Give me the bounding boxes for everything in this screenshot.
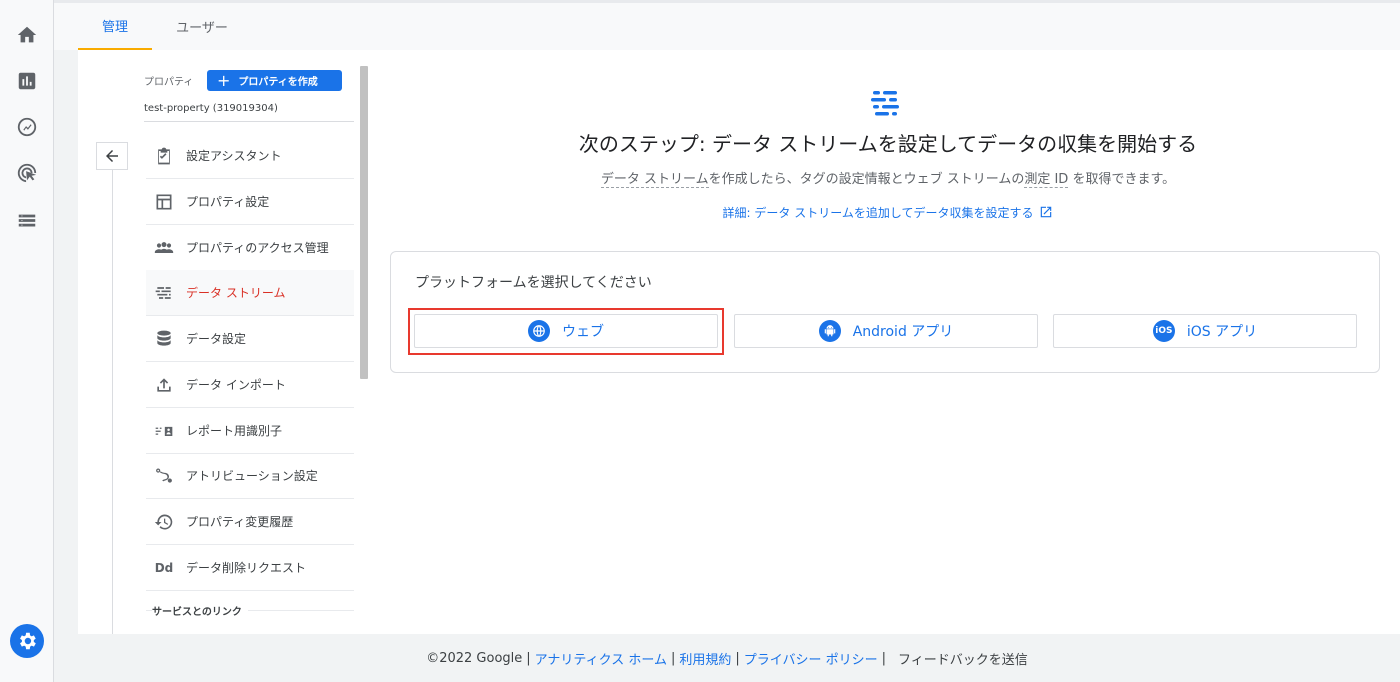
nav-item-attribution-settings[interactable]: アトリビューション設定: [146, 453, 354, 499]
footer-separator: |: [735, 650, 740, 666]
nav-item-label: プロパティ変更履歴: [186, 515, 294, 529]
nav-item-data-streams[interactable]: データ ストリーム: [146, 270, 354, 316]
create-property-button[interactable]: + プロパティを作成: [207, 70, 342, 91]
highlight-box: [408, 308, 724, 355]
back-button[interactable]: [96, 142, 128, 170]
footer-copyright: ©2022 Google: [426, 650, 523, 666]
footer: ©2022 Google | アナリティクス ホーム | 利用規約 | プライバ…: [54, 634, 1400, 682]
gear-icon[interactable]: [10, 624, 44, 658]
android-button-label: Android アプリ: [852, 324, 954, 340]
nav-item-data-deletion[interactable]: Dd データ削除リクエスト: [146, 545, 354, 591]
plus-icon: +: [217, 70, 231, 90]
nav-item-label: データ設定: [186, 332, 247, 346]
tab-admin[interactable]: 管理: [78, 3, 152, 50]
page-subtitle: データ ストリームを作成したら、タグの設定情報とウェブ ストリームの測定 ID …: [388, 168, 1388, 188]
data-deletion-icon: Dd: [154, 560, 174, 575]
ios-platform-button[interactable]: iOS iOS アプリ: [1053, 314, 1357, 348]
nav-item-reporting-identity[interactable]: レポート用識別子: [146, 408, 354, 454]
footer-separator: |: [526, 650, 531, 666]
learn-more-label: 詳細: データ ストリームを追加してデータ収集を設定する: [722, 206, 1034, 220]
arrow-left-icon: [106, 150, 118, 162]
nav-item-label: 設定アシスタント: [186, 149, 282, 163]
term-data-stream[interactable]: データ ストリーム: [600, 172, 709, 188]
home-icon[interactable]: [14, 22, 40, 48]
nav-item-change-history[interactable]: プロパティ変更履歴: [146, 499, 354, 545]
identity-icon: [152, 419, 176, 443]
property-selector[interactable]: test-property (319019304): [144, 103, 278, 114]
tab-users[interactable]: ユーザー: [160, 3, 244, 50]
nav-item-access-management[interactable]: プロパティのアクセス管理: [146, 225, 354, 271]
term-measurement-id[interactable]: 測定 ID: [1024, 172, 1069, 188]
nav-divider: [112, 170, 113, 634]
reports-icon[interactable]: [14, 68, 40, 94]
upload-icon: [152, 373, 176, 397]
platform-card: プラットフォームを選択してください ウェブ Android アプリ iOS iO…: [390, 251, 1380, 373]
nav-item-label: データ削除リクエスト: [186, 561, 307, 575]
nav-item-label: アトリビューション設定: [186, 469, 318, 483]
create-property-label: プロパティを作成: [238, 77, 318, 88]
configure-icon[interactable]: [14, 208, 40, 234]
page-headline: 次のステップ: データ ストリームを設定してデータの収集を開始する: [578, 132, 1198, 156]
nav-item-label: プロパティのアクセス管理: [186, 241, 329, 255]
layout-icon: [152, 190, 176, 214]
nav-item-property-settings[interactable]: プロパティ設定: [146, 179, 354, 225]
footer-link-analytics-home[interactable]: アナリティクス ホーム: [535, 649, 667, 668]
footer-link-privacy[interactable]: プライバシー ポリシー: [744, 649, 878, 668]
main-panel: プロパティ + プロパティを作成 test-property (31901930…: [78, 50, 1400, 634]
database-icon: [152, 327, 176, 351]
attribution-icon: [152, 464, 176, 488]
ios-icon: iOS: [1152, 320, 1175, 342]
property-label: プロパティ: [144, 77, 194, 88]
top-tabs: 管理 ユーザー: [54, 0, 1400, 50]
nav-item-label: プロパティ設定: [186, 195, 270, 209]
android-platform-button[interactable]: Android アプリ: [734, 314, 1038, 348]
people-icon: [152, 236, 176, 260]
subtitle-end: を取得できます。: [1068, 172, 1176, 187]
checklist-icon: [152, 144, 176, 168]
nav-item-data-settings[interactable]: データ設定: [146, 316, 354, 362]
subtitle-text: を作成したら、タグの設定情報とウェブ ストリームの: [708, 172, 1025, 187]
data-stream-icon: [871, 91, 899, 116]
streams-icon: [152, 281, 176, 305]
explore-icon[interactable]: [14, 114, 40, 140]
nav-item-setup-assistant[interactable]: 設定アシスタント: [146, 133, 354, 179]
left-rail: [0, 0, 54, 682]
platform-card-title: プラットフォームを選択してください: [415, 275, 652, 291]
footer-separator: |: [670, 650, 676, 666]
property-divider: [144, 121, 354, 122]
nav-item-label: レポート用識別子: [186, 424, 283, 438]
nav-item-label: データ ストリーム: [186, 286, 286, 300]
footer-separator: |: [881, 650, 887, 666]
nav-item-label: データ インポート: [186, 378, 286, 392]
nav-item-data-import[interactable]: データ インポート: [146, 362, 354, 408]
footer-feedback[interactable]: フィードバックを送信: [898, 649, 1028, 668]
footer-link-terms[interactable]: 利用規約: [679, 649, 731, 668]
external-link-icon: [1041, 206, 1052, 218]
section-title: サービスとのリンク: [152, 603, 248, 618]
advertising-icon[interactable]: [14, 160, 40, 186]
android-icon: [818, 320, 841, 342]
history-icon: [152, 510, 176, 534]
ios-button-label: iOS アプリ: [1186, 324, 1258, 340]
nav-scrollbar[interactable]: [360, 66, 368, 379]
learn-more-link[interactable]: 詳細: データ ストリームを追加してデータ収集を設定する: [388, 204, 1388, 221]
